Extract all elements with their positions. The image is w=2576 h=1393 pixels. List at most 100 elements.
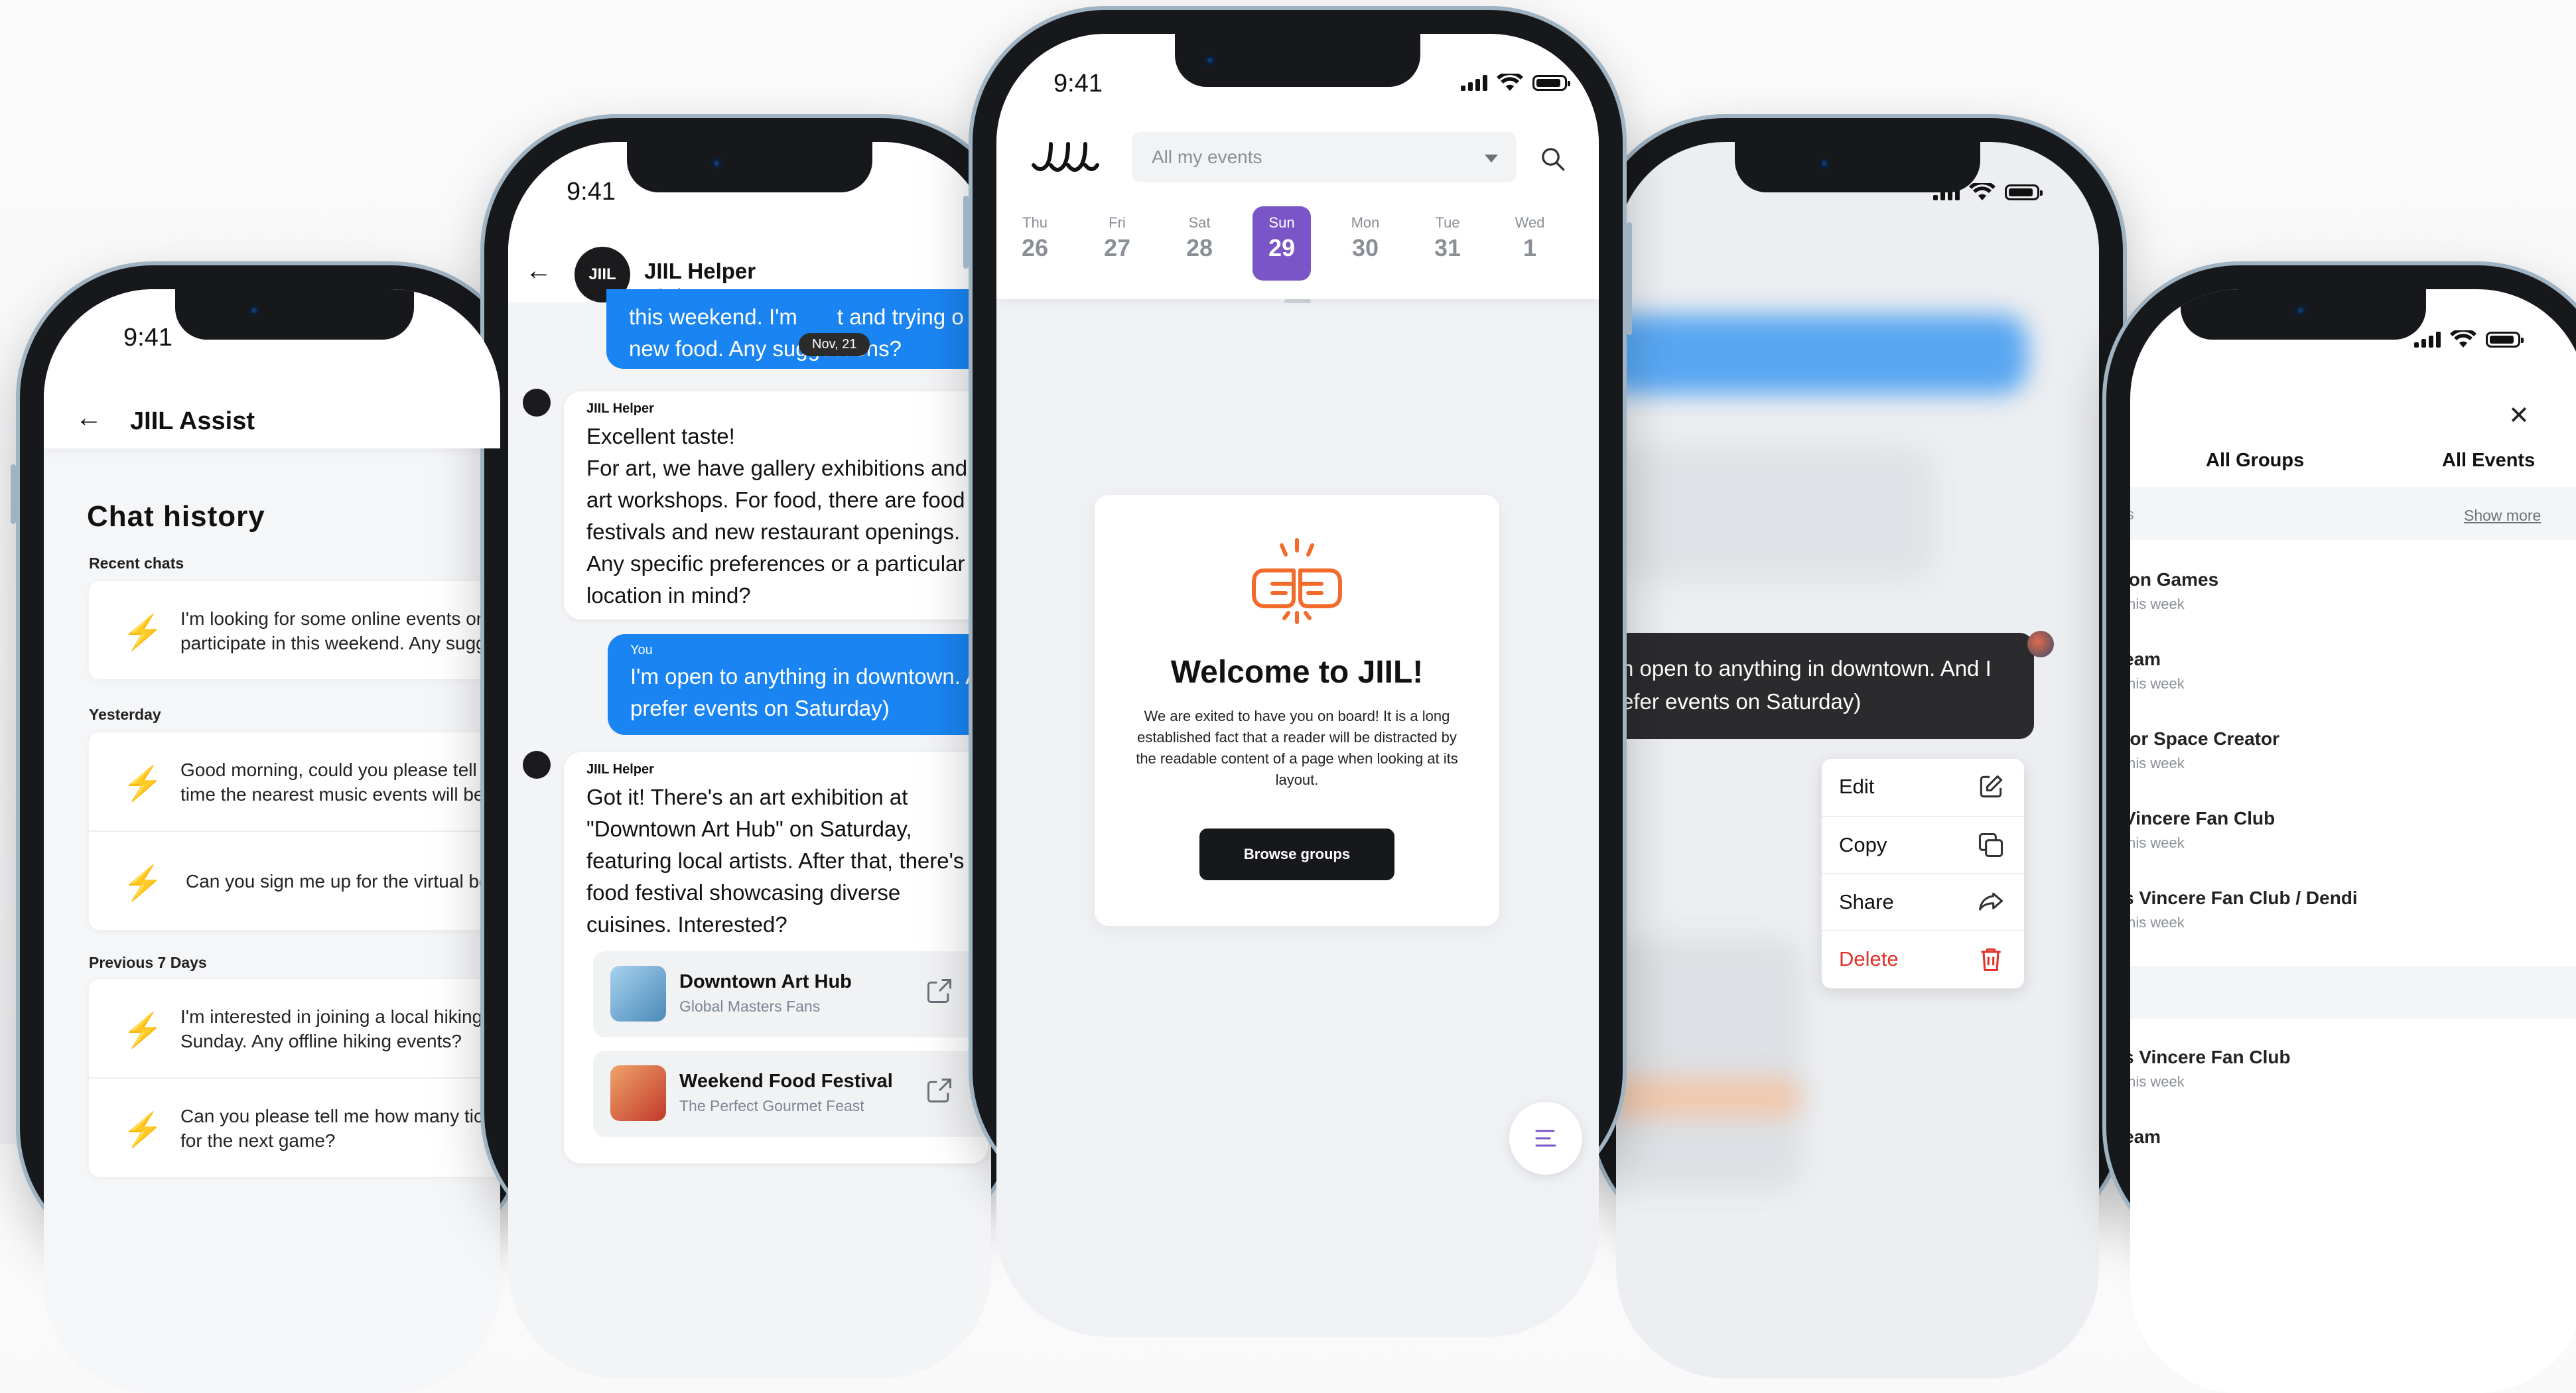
message-context-screen: n open to anything in downtown. And I ef… bbox=[1616, 142, 2099, 1378]
message-text: I'm open to anything in downtown. And I … bbox=[630, 664, 991, 720]
avatar bbox=[523, 751, 551, 779]
side-button bbox=[11, 464, 16, 524]
message-context-menu: Edit Copy Share Delete bbox=[1822, 759, 2024, 988]
menu-item-copy[interactable]: Copy bbox=[1822, 816, 2024, 874]
event-title: Weekend Food Festival bbox=[679, 1071, 893, 1092]
drag-handle[interactable] bbox=[1284, 299, 1311, 303]
external-link-icon[interactable] bbox=[925, 1076, 954, 1105]
chat-screen: 9:41 ← JIIL JIIL Helper Active this week… bbox=[508, 142, 991, 1378]
side-button bbox=[1627, 222, 1632, 335]
events-screen: 9:41 All my events Thu 26 Fri 27 Sat 28 Sun… bbox=[996, 34, 1599, 1337]
chat-history-screen: 9:41 9:41 ← JIIL Assist Chat history Rec… bbox=[44, 289, 500, 1393]
wifi-icon bbox=[1969, 183, 1996, 200]
wifi-icon bbox=[1497, 74, 1523, 91]
status-icons bbox=[1461, 74, 1570, 92]
chat-history-heading: Chat history bbox=[87, 500, 265, 533]
blurred-message bbox=[1616, 314, 2027, 394]
message-bubble-outgoing[interactable]: You I'm open to anything in downtown. An… bbox=[608, 634, 991, 735]
chat-preview: I'm looking for some online events or ac… bbox=[180, 608, 500, 653]
section-label: Previous 7 Days bbox=[89, 954, 207, 971]
external-link-icon[interactable] bbox=[925, 976, 954, 1006]
chat-item[interactable]: ⚡ Can you please tell me how many ticke f… bbox=[89, 1077, 500, 1177]
day-fri[interactable]: Fri 27 bbox=[1088, 206, 1146, 281]
blurred-message bbox=[1616, 938, 1802, 1190]
event-thumbnail bbox=[610, 1065, 666, 1121]
day-mon[interactable]: Mon 30 bbox=[1336, 206, 1394, 281]
menu-item-share[interactable]: Share bbox=[1822, 873, 2024, 931]
status-time: 9:41 bbox=[123, 324, 172, 352]
camera bbox=[2295, 305, 2306, 316]
recent-chats-card: ⚡ I'm looking for some online events or … bbox=[89, 581, 500, 679]
camera bbox=[1819, 158, 1830, 168]
date-pill: Nov, 21 bbox=[799, 333, 870, 356]
event-subtitle: The Perfect Gourmet Feast bbox=[679, 1097, 864, 1114]
browse-groups-button[interactable]: Browse groups bbox=[1199, 829, 1394, 880]
avatar bbox=[523, 389, 551, 417]
show-more-link[interactable]: Show more bbox=[2464, 507, 2541, 525]
menu-item-edit[interactable]: Edit bbox=[1822, 759, 2024, 816]
blurred-thumbnail bbox=[1616, 1077, 1802, 1117]
signal-icon bbox=[2414, 332, 2441, 348]
welcome-title: Welcome to JIIL! bbox=[1170, 655, 1424, 690]
yesterday-card: ⚡ Good morning, could you please tell me… bbox=[89, 732, 500, 930]
tab-all-events[interactable]: All Events bbox=[2442, 450, 2535, 472]
chat-preview: Can you sign me up for the virtual book bbox=[186, 871, 500, 892]
tab-all-groups[interactable]: All Groups bbox=[2206, 450, 2304, 472]
back-arrow-icon[interactable]: ← bbox=[525, 256, 552, 286]
groups-screen: ✕ All Groups All Events s Show more ion … bbox=[2130, 289, 2576, 1393]
phone-chat: 9:41 ← JIIL JIIL Helper Active this week… bbox=[484, 118, 1015, 1378]
notch bbox=[627, 142, 872, 192]
chat-item[interactable]: ⚡ I'm looking for some online events or … bbox=[89, 581, 500, 679]
sender-name: JIIL Helper bbox=[586, 762, 654, 777]
previous-days-card: ⚡ I'm interested in joining a local hiki… bbox=[89, 979, 500, 1177]
dropdown-value: All my events bbox=[1152, 147, 1262, 167]
status-icons bbox=[2414, 330, 2524, 349]
message-text: Excellent taste! For art, we have galler… bbox=[586, 424, 968, 608]
camera bbox=[711, 158, 722, 168]
phone-message-menu: n open to anything in downtown. And I ef… bbox=[1592, 118, 2132, 1378]
chat-preview: Good morning, could you please tell me ti… bbox=[180, 760, 500, 805]
message-text: Got it! There's an art exhibition at "Do… bbox=[586, 785, 983, 937]
day-sun-selected[interactable]: Sun 29 bbox=[1253, 206, 1311, 281]
search-icon[interactable] bbox=[1539, 145, 1566, 172]
share-icon bbox=[1978, 892, 2003, 911]
day-wed[interactable]: Wed 1 bbox=[1501, 206, 1559, 281]
status-time: 9:41 bbox=[1053, 70, 1103, 98]
day-tue[interactable]: Tue 31 bbox=[1418, 206, 1477, 281]
page-title: JIIL Assist bbox=[130, 407, 255, 435]
camera bbox=[249, 305, 259, 316]
lightning-icon: ⚡ bbox=[122, 1012, 164, 1049]
section-label: Yesterday bbox=[89, 706, 161, 723]
chat-preview: I'm interested in joining a local hiking… bbox=[180, 1006, 500, 1051]
lightning-icon: ⚡ bbox=[122, 765, 164, 802]
chat-preview: Can you please tell me how many ticke for… bbox=[180, 1106, 500, 1151]
menu-item-delete[interactable]: Delete bbox=[1822, 930, 2024, 988]
fist-bump-icon bbox=[1252, 538, 1342, 624]
signal-icon bbox=[1461, 75, 1487, 91]
close-icon[interactable]: ✕ bbox=[2508, 401, 2530, 431]
section-label: s bbox=[2130, 505, 2134, 523]
message-bubble-outgoing[interactable]: this weekend. I'm t and trying o new food… bbox=[606, 289, 991, 369]
day-sat[interactable]: Sat 28 bbox=[1170, 206, 1229, 281]
chat-item[interactable]: ⚡ I'm interested in joining a local hiki… bbox=[89, 979, 500, 1077]
phone-chat-history: 9:41 9:41 ← JIIL Assist Chat history Rec… bbox=[11, 265, 524, 1393]
menu-fab-button[interactable] bbox=[1509, 1102, 1582, 1175]
blurred-message bbox=[1616, 447, 1934, 580]
section-label: Recent chats bbox=[89, 555, 184, 572]
selected-message-bubble[interactable]: n open to anything in downtown. And I ef… bbox=[1616, 633, 2034, 739]
event-card[interactable]: Weekend Food Festival The Perfect Gourme… bbox=[593, 1051, 991, 1137]
event-card[interactable]: Downtown Art Hub Global Masters Fans bbox=[593, 951, 991, 1037]
message-bubble-incoming[interactable]: JIIL Helper Excellent taste! For art, we… bbox=[564, 391, 988, 620]
avatar bbox=[2027, 631, 2054, 657]
events-filter-dropdown[interactable]: All my events bbox=[1132, 132, 1517, 182]
day-thu[interactable]: Thu 26 bbox=[1006, 206, 1064, 281]
chat-item[interactable]: ⚡ Good morning, could you please tell me… bbox=[89, 732, 500, 830]
side-button bbox=[963, 196, 969, 269]
lightning-icon: ⚡ bbox=[122, 864, 164, 901]
sender-name: You bbox=[630, 643, 653, 657]
back-arrow-icon[interactable]: ← bbox=[76, 403, 102, 433]
camera bbox=[1205, 55, 1215, 66]
section-divider bbox=[2130, 966, 2576, 1019]
battery-icon bbox=[1532, 75, 1570, 91]
chat-item[interactable]: ⚡ Can you sign me up for the virtual boo… bbox=[89, 830, 500, 930]
